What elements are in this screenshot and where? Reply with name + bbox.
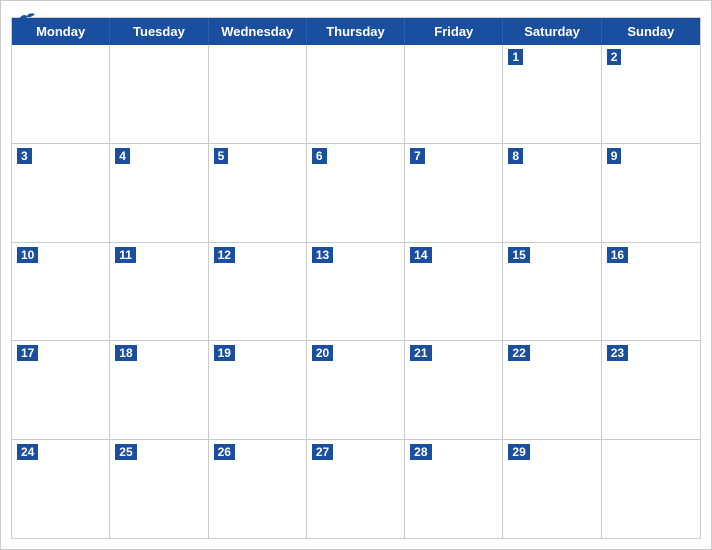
day-cell: 1 [503,45,601,143]
day-number: 10 [17,247,38,263]
calendar-grid: MondayTuesdayWednesdayThursdayFridaySatu… [11,17,701,539]
day-cell: 10 [12,243,110,341]
day-number: 8 [508,148,523,164]
day-cell [110,45,208,143]
day-number: 20 [312,345,333,361]
day-cell: 20 [307,341,405,439]
day-number: 29 [508,444,529,460]
day-cell: 3 [12,144,110,242]
day-number: 3 [17,148,32,164]
day-header-tuesday: Tuesday [110,18,208,45]
day-cell [209,45,307,143]
day-number: 17 [17,345,38,361]
day-cell: 18 [110,341,208,439]
day-cell: 17 [12,341,110,439]
day-cell [602,440,700,538]
day-cell: 7 [405,144,503,242]
day-cell: 29 [503,440,601,538]
week-row-3: 17 18 19 20 21 22 23 [12,340,700,439]
day-header-saturday: Saturday [503,18,601,45]
day-cell: 27 [307,440,405,538]
day-cell: 23 [602,341,700,439]
day-number: 13 [312,247,333,263]
weeks-container: 1234567891011121314151617181920212223242… [12,45,700,538]
day-cell: 24 [12,440,110,538]
day-number: 19 [214,345,235,361]
header [1,1,711,17]
day-header-thursday: Thursday [307,18,405,45]
week-row-4: 24 25 26 27 28 29 [12,439,700,538]
day-headers-row: MondayTuesdayWednesdayThursdayFridaySatu… [12,18,700,45]
day-number: 2 [607,49,622,65]
day-number: 4 [115,148,130,164]
day-cell: 5 [209,144,307,242]
day-cell: 21 [405,341,503,439]
day-header-sunday: Sunday [602,18,700,45]
day-number: 27 [312,444,333,460]
day-cell: 19 [209,341,307,439]
logo-blue-text [17,11,39,27]
day-cell: 2 [602,45,700,143]
day-number: 5 [214,148,229,164]
day-number: 6 [312,148,327,164]
day-cell: 6 [307,144,405,242]
day-cell: 16 [602,243,700,341]
day-number: 14 [410,247,431,263]
day-number: 9 [607,148,622,164]
day-cell: 12 [209,243,307,341]
day-number: 15 [508,247,529,263]
day-cell: 8 [503,144,601,242]
day-number: 7 [410,148,425,164]
day-number: 12 [214,247,235,263]
day-cell [405,45,503,143]
day-cell: 28 [405,440,503,538]
week-row-2: 10 11 12 13 14 15 16 [12,242,700,341]
day-number: 16 [607,247,628,263]
day-cell: 25 [110,440,208,538]
day-number: 26 [214,444,235,460]
logo-bird-icon [17,11,37,27]
day-cell: 15 [503,243,601,341]
calendar-page: MondayTuesdayWednesdayThursdayFridaySatu… [0,0,712,550]
day-cell: 4 [110,144,208,242]
day-number: 11 [115,247,136,263]
day-number: 21 [410,345,431,361]
day-number: 22 [508,345,529,361]
day-cell: 13 [307,243,405,341]
logo [17,11,39,27]
day-cell: 26 [209,440,307,538]
day-cell: 22 [503,341,601,439]
week-row-0: 12 [12,45,700,143]
day-number: 25 [115,444,136,460]
day-number: 28 [410,444,431,460]
day-number: 18 [115,345,136,361]
day-number: 1 [508,49,523,65]
day-cell [307,45,405,143]
day-number: 23 [607,345,628,361]
day-header-friday: Friday [405,18,503,45]
week-row-1: 3 4 5 6 7 8 9 [12,143,700,242]
day-number: 24 [17,444,38,460]
day-cell: 14 [405,243,503,341]
day-cell [12,45,110,143]
day-cell: 11 [110,243,208,341]
day-header-wednesday: Wednesday [209,18,307,45]
day-cell: 9 [602,144,700,242]
